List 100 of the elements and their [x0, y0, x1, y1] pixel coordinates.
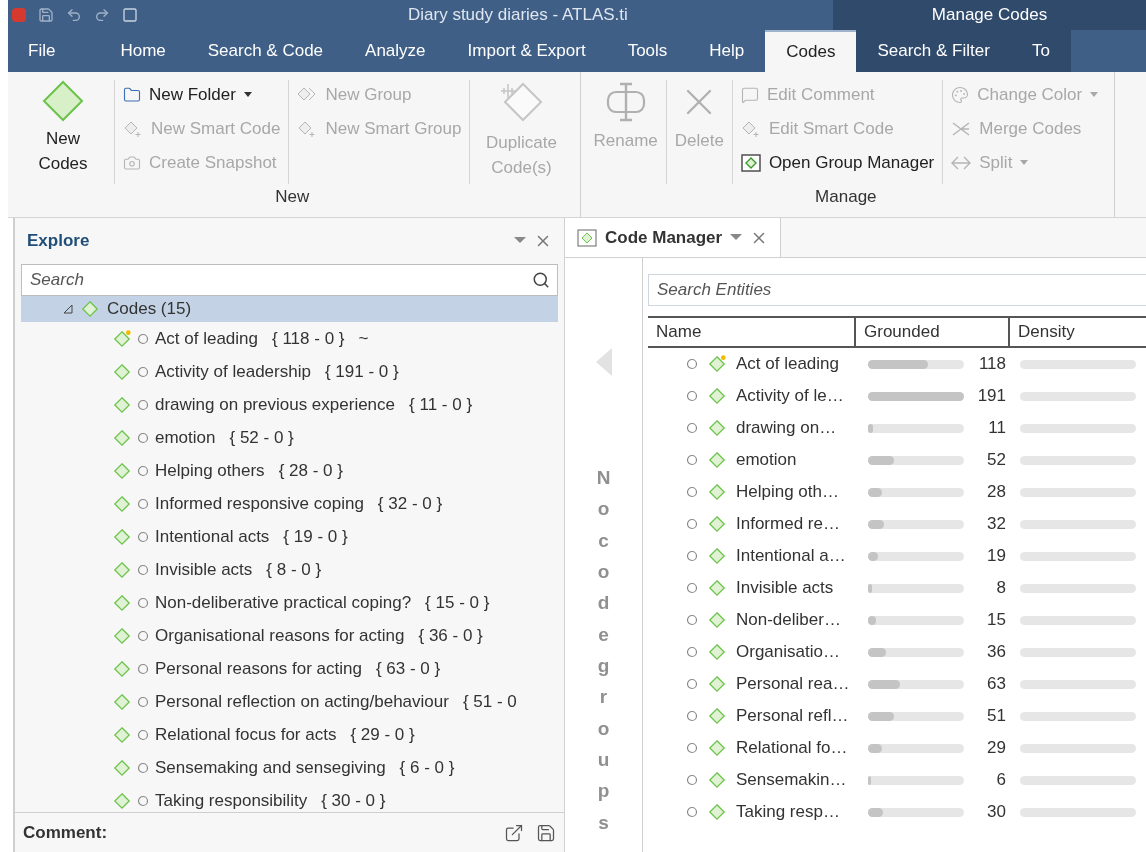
- save-icon[interactable]: [536, 822, 556, 843]
- ribbon-button[interactable]: New Codes: [16, 80, 110, 176]
- search-field[interactable]: Search Entities: [648, 274, 1146, 306]
- table-row[interactable]: Sensemakin… 6: [648, 764, 1146, 796]
- code-icon: [708, 579, 726, 597]
- table-cell-text: emotion: [736, 449, 797, 472]
- ribbon-tab[interactable]: Help: [688, 30, 766, 72]
- table-row[interactable]: Act of leading 118: [648, 348, 1146, 380]
- column-header[interactable]: Density: [1010, 318, 1146, 346]
- search-field[interactable]: Search: [21, 264, 558, 296]
- table-row[interactable]: Relational fo… 29: [648, 732, 1146, 764]
- code-icon: [708, 739, 726, 757]
- code-icon: [708, 419, 726, 437]
- table-row[interactable]: Intentional a… 19: [648, 540, 1146, 572]
- code-icon: [113, 461, 131, 480]
- merge-icon: [951, 120, 972, 138]
- table-cell-text: 118: [977, 353, 1006, 376]
- status-circle-icon: [137, 728, 149, 741]
- ribbon-tab[interactable]: To: [1010, 30, 1071, 72]
- ribbon-tab[interactable]: Analyze: [344, 30, 447, 72]
- code-icon: [81, 300, 99, 318]
- status-circle-icon: [137, 695, 149, 708]
- table-cell-text: 32: [986, 513, 1006, 536]
- tree-item[interactable]: Non-deliberative practical coping? { 15 - 0 }: [21, 586, 558, 619]
- column-header[interactable]: Name: [648, 318, 856, 346]
- tree-item[interactable]: Activity of leadership { 191 - 0 }: [21, 355, 558, 388]
- table-row[interactable]: Non-deliber… 15: [648, 604, 1146, 636]
- code-icon: [113, 428, 131, 447]
- status-circle-icon: [686, 710, 698, 722]
- tree-item[interactable]: Taking responsibility { 30 - 0 }: [21, 784, 558, 812]
- table-cell-text: 30: [986, 801, 1006, 824]
- ribbon-tab[interactable]: File: [8, 30, 76, 72]
- ribbon-tab[interactable]: Search & Code: [186, 30, 345, 72]
- tree-item[interactable]: Relational focus for acts { 29 - 0 }: [21, 718, 558, 751]
- dropdown-icon[interactable]: [514, 237, 526, 245]
- code-icon: [708, 451, 726, 469]
- table-row[interactable]: Helping oth… 28: [648, 476, 1146, 508]
- ribbon-group-label: New: [274, 185, 311, 208]
- code-icon: [708, 547, 726, 565]
- window-icon[interactable]: [122, 7, 138, 23]
- dropdown-icon[interactable]: [730, 233, 743, 242]
- status-circle-icon: [686, 486, 698, 498]
- tree-item[interactable]: Personal reflection on acting/behaviour { 51 - 0: [21, 685, 558, 718]
- tree-item[interactable]: Intentional acts { 19 - 0 }: [21, 520, 558, 553]
- tree-item[interactable]: emotion { 52 - 0 }: [21, 421, 558, 454]
- tree-item[interactable]: Personal reasons for acting { 63 - 0 }: [21, 652, 558, 685]
- column-header[interactable]: Grounded: [856, 318, 1010, 346]
- panel-tab[interactable]: Code Manager: [565, 218, 782, 257]
- table-cell-text: 51: [986, 705, 1006, 728]
- ribbon-button[interactable]: New Folder: [123, 80, 281, 110]
- tree-item[interactable]: Helping others { 28 - 0 }: [21, 454, 558, 487]
- table-row[interactable]: Taking resp… 30: [648, 796, 1146, 828]
- status-circle-icon: [686, 390, 698, 402]
- ribbon-tab[interactable]: Import & Export: [446, 30, 607, 72]
- ribbon-tab[interactable]: Tools: [606, 30, 689, 72]
- status-circle-icon: [137, 530, 149, 543]
- ribbon-tab[interactable]: Search & Filter: [856, 30, 1011, 72]
- status-circle-icon: [137, 365, 149, 378]
- table-cell-text: 29: [986, 737, 1006, 760]
- ribbon-tab[interactable]: Codes: [765, 30, 857, 72]
- tree-item[interactable]: Informed responsive coping { 32 - 0 }: [21, 487, 558, 520]
- status-circle-icon: [686, 614, 698, 626]
- table-row[interactable]: drawing on… 11: [648, 412, 1146, 444]
- table-cell-text: Relational fo…: [736, 737, 848, 760]
- tree-item[interactable]: Act of leading { 118 - 0 } ~: [21, 322, 558, 355]
- code-icon: [708, 611, 726, 629]
- status-circle-icon: [686, 678, 698, 690]
- tree-item[interactable]: Invisible acts { 8 - 0 }: [21, 553, 558, 586]
- table-row[interactable]: Activity of le… 191: [648, 380, 1146, 412]
- undo-icon[interactable]: [66, 7, 82, 23]
- table-cell-text: 191: [976, 385, 1006, 408]
- empty-groups-text: No code groups: [595, 466, 612, 835]
- app-icon: [12, 8, 26, 22]
- table-row[interactable]: Organisatio… 36: [648, 636, 1146, 668]
- redo-icon[interactable]: [94, 7, 110, 23]
- table-cell-text: 15: [986, 609, 1006, 632]
- external-link-icon[interactable]: [504, 822, 524, 843]
- folder-icon: [123, 86, 141, 104]
- table-row[interactable]: emotion 52: [648, 444, 1146, 476]
- tree-item[interactable]: Sensemaking and sensegiving { 6 - 0 }: [21, 751, 558, 784]
- save-icon[interactable]: [38, 7, 54, 23]
- code-icon: [113, 593, 131, 612]
- tree-item[interactable]: Codes (15): [21, 296, 558, 322]
- table-row[interactable]: Personal refl… 51: [648, 700, 1146, 732]
- table-row[interactable]: Informed re… 32: [648, 508, 1146, 540]
- camera-icon: [123, 154, 141, 172]
- status-circle-icon: [686, 646, 698, 658]
- ribbon-tab[interactable]: Home: [99, 30, 187, 72]
- table-row[interactable]: Invisible acts 8: [648, 572, 1146, 604]
- table-cell-text: Act of leading: [736, 353, 839, 376]
- table-cell-text: 11: [987, 417, 1006, 440]
- ribbon-button[interactable]: Open Group Manager: [740, 148, 935, 178]
- table-cell-text: 63: [986, 673, 1006, 696]
- tree-item[interactable]: Organisational reasons for acting { 36 - 0 }: [21, 619, 558, 652]
- table-row[interactable]: Personal rea… 63: [648, 668, 1146, 700]
- status-circle-icon: [137, 497, 149, 510]
- code-icon: [113, 791, 131, 810]
- tree-item[interactable]: drawing on previous experience { 11 - 0 }: [21, 388, 558, 421]
- table-cell-text: Taking resp…: [736, 801, 840, 824]
- diamond-icon: [123, 120, 143, 138]
